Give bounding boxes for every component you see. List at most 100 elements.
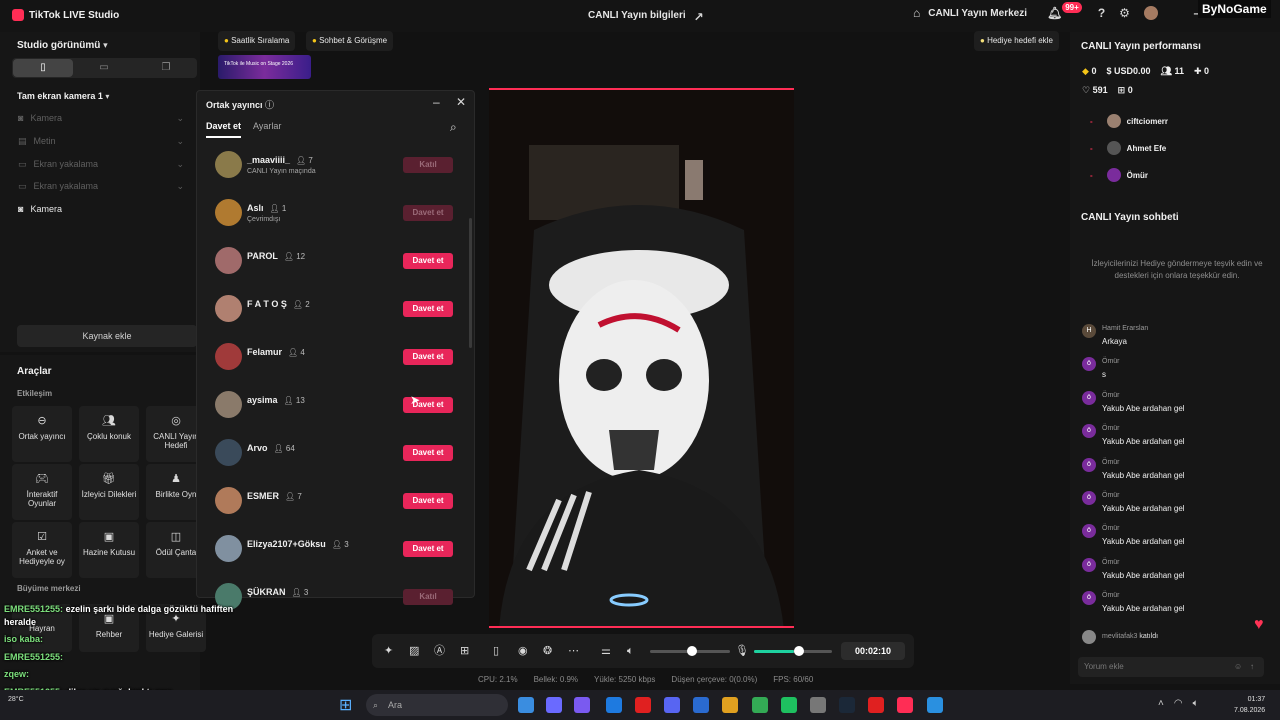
mail-icon[interactable] <box>693 697 709 713</box>
help-icon[interactable]: ? <box>1098 6 1105 20</box>
host-name: Aslı 👤︎ 1 <box>247 203 287 213</box>
teams-icon[interactable] <box>574 697 590 713</box>
weather-widget[interactable]: 28°C <box>8 696 24 703</box>
mic-volume-knob[interactable] <box>794 646 804 656</box>
cohost-dialog: Ortak yayıncı ⓘ – ✕ Davet et Ayarlar ⌕ _… <box>196 90 475 610</box>
magic-wand-icon[interactable]: ✦ <box>384 644 393 658</box>
emoji-icon[interactable]: ☺ <box>1234 657 1242 677</box>
chat-meet-chip[interactable]: ● Sohbet & Görüşme <box>306 31 394 51</box>
device-orientation-toggle[interactable]: ▯ ▭ ❐ <box>12 58 197 78</box>
tool-link[interactable]: ⊖ Ortak yayıncı <box>12 406 72 462</box>
gift-goal-chip[interactable]: ● Hediye hedefi ekle <box>974 31 1059 51</box>
chrome-icon[interactable] <box>518 697 534 713</box>
tab-invite[interactable]: Davet et <box>206 121 242 138</box>
multi-mode-button[interactable]: ❐ <box>136 59 196 77</box>
system-tray[interactable]: ˄ ◠ 🔈︎ <box>1158 698 1199 709</box>
tool-chest[interactable]: ▣ Hazine Kutusu <box>79 522 139 578</box>
ai-icon[interactable]: Ⓐ <box>434 644 445 658</box>
volume-icon[interactable]: 🔈︎ <box>1193 698 1199 709</box>
camera-scene-dropdown[interactable]: Tam ekran kamera 1 ▾ <box>17 90 109 104</box>
top-viewer-item[interactable]: - Ömür <box>1090 168 1148 182</box>
edge-icon[interactable] <box>606 697 622 713</box>
comment-input[interactable]: Yorum ekle ☺ ↑ <box>1078 657 1264 677</box>
minimize-icon[interactable]: – <box>433 95 440 109</box>
source-item-screen-1[interactable]: ▭ Ekran yakalama ⌄ <box>18 157 184 171</box>
source-item-text[interactable]: ▤ Metin ⌄ <box>18 134 184 148</box>
search-icon[interactable]: ⌕ <box>450 120 457 134</box>
chevron-up-icon[interactable]: ˄ <box>1158 698 1164 709</box>
youtube-icon[interactable] <box>868 697 884 713</box>
phone-icon[interactable]: ▯ <box>493 644 499 658</box>
invite-button[interactable]: Davet et <box>403 301 453 317</box>
folder-icon[interactable] <box>722 697 738 713</box>
send-icon[interactable]: ↑ <box>1250 657 1254 677</box>
host-list-scrollbar[interactable] <box>469 218 472 348</box>
info-icon[interactable]: ⓘ <box>265 98 274 112</box>
record-icon[interactable]: ◉ <box>518 644 528 658</box>
app-icon-2[interactable] <box>781 697 797 713</box>
windows-start-icon[interactable]: ⊞ <box>339 695 352 715</box>
share-icon[interactable]: ↗ <box>694 10 704 24</box>
viewer-count: 👥︎ 11 <box>1160 66 1184 76</box>
avatar <box>215 247 242 274</box>
gear-icon[interactable]: ⚙ <box>1119 6 1130 20</box>
studio-view-dropdown[interactable]: Studio görünümü ▾ <box>17 38 108 52</box>
chevron-down-icon: ▾ <box>103 40 108 50</box>
opera-icon[interactable] <box>635 697 651 713</box>
tool-poll[interactable]: ☑ Anket ve Hediyeyle oy <box>12 522 72 578</box>
invite-button[interactable]: Davet et <box>403 541 453 557</box>
follower-count: 👤︎ 2 <box>292 300 310 309</box>
invite-button[interactable]: Katıl <box>403 589 453 605</box>
taskbar-search[interactable]: ⌕ Ara <box>366 694 508 716</box>
invite-button[interactable]: Davet et <box>403 205 453 221</box>
close-icon[interactable]: ✕ <box>456 95 466 109</box>
invite-button[interactable]: Katıl <box>403 157 453 173</box>
event-banner[interactable]: TikTok ile Music on Stage 2026 <box>218 55 311 79</box>
tool-gift[interactable]: 🎁︎ İzleyici Dilekleri <box>79 464 139 520</box>
tool-gamepad[interactable]: 🎮︎ İnteraktif Oyunlar <box>12 464 72 520</box>
add-source-button[interactable]: Kaynak ekle <box>17 325 197 347</box>
tool-users[interactable]: 👥︎ Çoklu konuk <box>79 406 139 462</box>
portrait-mode-button[interactable]: ▯ <box>13 59 73 77</box>
more-icon[interactable]: ⋯ <box>568 644 579 658</box>
effects-icon[interactable]: ❂ <box>543 644 552 658</box>
hourly-ranking-chip[interactable]: ● Saatlik Sıralama <box>218 31 296 51</box>
top-viewer-item[interactable]: - ciftciomerr <box>1090 114 1168 128</box>
speaker-icon[interactable]: 🔈︎ <box>627 644 634 658</box>
source-item-camera[interactable]: ◙ Kamera ⌄ <box>18 111 184 125</box>
microphone-icon[interactable]: 🎙︎ <box>735 644 749 658</box>
wifi-icon[interactable]: ◠ <box>1174 698 1183 709</box>
tab-settings[interactable]: Ayarlar <box>253 121 281 138</box>
live-center-link[interactable]: CANLI Yayın Merkezi <box>928 8 1027 19</box>
clock[interactable]: 01:37 7.08.2026 <box>1234 694 1265 716</box>
invite-button[interactable]: Davet et <box>403 493 453 509</box>
mixer-icon[interactable]: ⚌ <box>601 644 611 658</box>
camera-icon: ◙ <box>18 204 24 214</box>
top-viewer-item[interactable]: - Ahmet Efe <box>1090 141 1166 155</box>
live-preview[interactable] <box>489 88 794 628</box>
invite-button[interactable]: Davet et <box>403 445 453 461</box>
bell-icon[interactable]: 🔔︎ <box>1047 6 1062 20</box>
discord-icon[interactable] <box>664 697 680 713</box>
source-item-active-camera[interactable]: ◙ Kamera <box>18 202 184 216</box>
chat-text: Yakub Abe ardahan gel <box>1102 437 1185 447</box>
chat-username: Ömür <box>1102 358 1120 366</box>
host-name: aysima 👤︎ 13 <box>247 395 305 405</box>
app-icon[interactable] <box>752 697 768 713</box>
screen-icon[interactable]: ⊞ <box>460 644 469 658</box>
speaker-volume-knob[interactable] <box>687 646 697 656</box>
source-item-screen-2[interactable]: ▭ Ekran yakalama ⌄ <box>18 179 184 193</box>
app-icon-3[interactable] <box>810 697 826 713</box>
invite-button[interactable]: Davet et <box>403 349 453 365</box>
profile-avatar[interactable] <box>1143 6 1158 20</box>
tiktok-studio-icon[interactable] <box>897 697 913 713</box>
titlebar-actions: ⌂ CANLI Yayın Merkezi 🔔︎ 99+ ? ⚙ — <box>913 1 1206 20</box>
avatar <box>215 391 242 418</box>
invite-button[interactable]: Davet et <box>403 253 453 269</box>
live-info-link[interactable]: CANLI Yayın bilgileri ↗ <box>588 10 704 24</box>
store-icon[interactable] <box>546 697 562 713</box>
steam-icon[interactable] <box>839 697 855 713</box>
landscape-mode-button[interactable]: ▭ <box>74 59 134 77</box>
sticker-icon[interactable]: ▨ <box>409 644 419 658</box>
app-icon-4[interactable] <box>927 697 943 713</box>
